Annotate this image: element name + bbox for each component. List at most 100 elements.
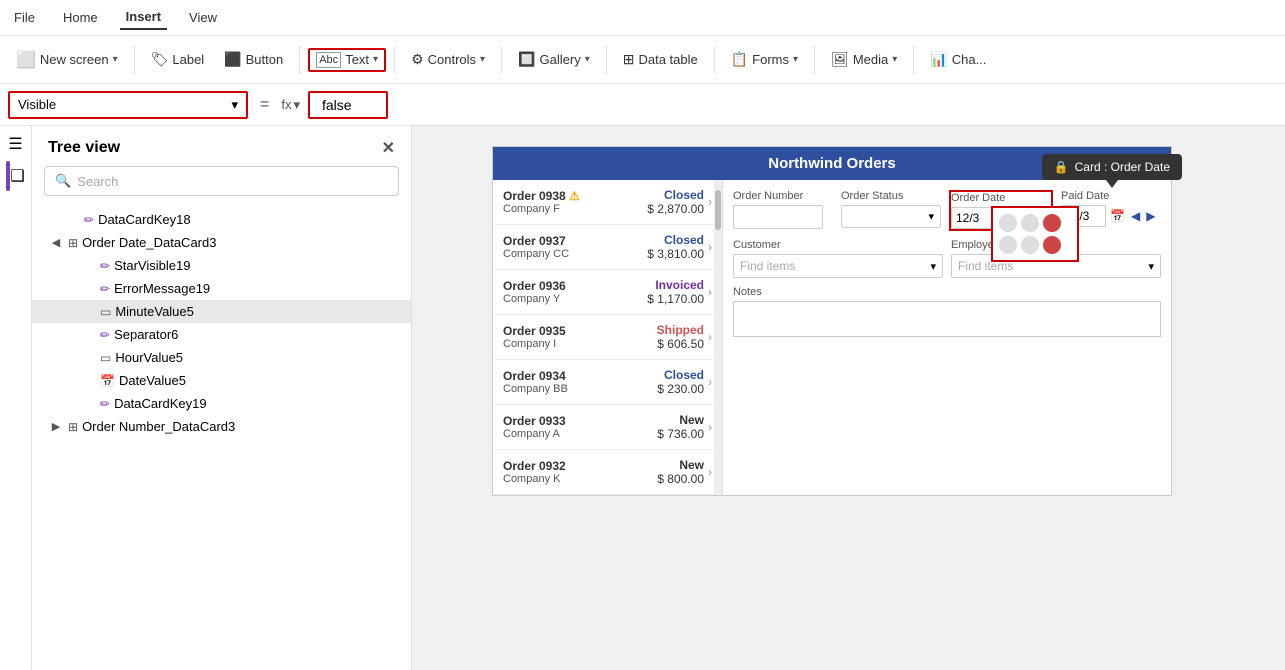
list-item[interactable]: Order 0935 Company I Shipped $ 606.50 › — [493, 315, 722, 360]
controls-button[interactable]: ⚙ Controls ▾ — [403, 47, 493, 72]
sidebar-icon-menu[interactable]: ☰ — [8, 134, 22, 154]
scrollbar[interactable] — [714, 180, 722, 495]
form-group-customer: Customer Find items ▾ — [733, 239, 943, 278]
form-row-1: Order Number Order Status ▾ — [733, 190, 1161, 231]
lock-icon: 🔒 — [1054, 160, 1069, 174]
new-screen-chevron: ▾ — [113, 54, 118, 65]
separator-3 — [394, 46, 395, 74]
chart-button[interactable]: 📊 Cha... — [922, 47, 994, 72]
active-indicator — [6, 161, 10, 191]
customer-label: Customer — [733, 239, 943, 251]
order-status-select[interactable]: ▾ — [841, 205, 941, 228]
expand-icon-3: ▶ — [48, 420, 64, 433]
orders-list: Order 0938 ⚠ Company F Closed $ 2,870.00… — [493, 180, 723, 495]
list-item[interactable]: Order 0934 Company BB Closed $ 230.00 › — [493, 360, 722, 405]
media-icon: 🖼 — [831, 51, 849, 68]
datepicker-popup[interactable] — [991, 206, 1079, 262]
dp-circle-red — [1043, 236, 1061, 254]
northwind-body: Order 0938 ⚠ Company F Closed $ 2,870.00… — [493, 180, 1171, 495]
separator-5 — [606, 46, 607, 74]
media-button[interactable]: 🖼 Media ▾ — [823, 47, 905, 72]
date-input-row: 📅 — [951, 207, 1051, 229]
arrow-icon-0935: › — [708, 330, 712, 344]
paid-date-nav-left[interactable]: ◀ — [1129, 207, 1142, 225]
dp-circle — [999, 214, 1017, 232]
main-area: ☰ ❑ Tree view ✕ 🔍 Search ✏ DataCardKey18… — [0, 126, 1285, 670]
tree-item-orderdate-datacard3[interactable]: ◀ ⊞ Order Date_DataCard3 — [32, 231, 411, 254]
tree-search-box[interactable]: 🔍 Search — [44, 166, 399, 196]
order-number-label: Order Number — [733, 190, 833, 202]
customer-select-chevron: ▾ — [930, 260, 936, 273]
table-icon-2: ⊞ — [68, 420, 78, 434]
expand-icon-2: ◀ — [48, 236, 64, 249]
menu-insert[interactable]: Insert — [120, 5, 167, 30]
tree-item-datacardkey19[interactable]: ✏ DataCardKey19 — [32, 392, 411, 415]
canvas-area: 🔒 Card : Order Date Northwind Orders Ord… — [412, 126, 1285, 670]
tree-item-separator6[interactable]: ✏ Separator6 — [32, 323, 411, 346]
menu-file[interactable]: File — [8, 6, 41, 29]
customer-select[interactable]: Find items ▾ — [733, 254, 943, 278]
notes-textarea[interactable] — [733, 301, 1161, 337]
equals-sign: = — [256, 96, 273, 114]
new-screen-button[interactable]: ⬜ New screen ▾ — [8, 46, 126, 74]
new-screen-icon: ⬜ — [16, 50, 36, 70]
button-button[interactable]: ⬛ Button — [216, 47, 291, 72]
form-group-order-date: Order Date 📅 — [949, 190, 1053, 231]
arrow-icon-0934: › — [708, 375, 712, 389]
warn-icon: ⚠ — [569, 189, 580, 203]
formula-value-input[interactable]: false — [308, 91, 388, 119]
menu-view[interactable]: View — [183, 6, 223, 29]
toolbar: ⬜ New screen ▾ 🏷 Label ⬛ Button Abc Text… — [0, 36, 1285, 84]
dp-circle — [999, 236, 1017, 254]
arrow-icon-0938: › — [708, 195, 712, 209]
label-button[interactable]: 🏷 Label — [143, 47, 213, 72]
form-group-order-status: Order Status ▾ — [841, 190, 941, 231]
property-selector[interactable]: Visible ▾ — [8, 91, 248, 119]
fx-chevron: ▾ — [293, 97, 300, 113]
paid-date-nav-right[interactable]: ▶ — [1144, 207, 1157, 225]
gallery-button[interactable]: 🔲 Gallery ▾ — [510, 47, 598, 72]
tree-item-ordernumber-datacard3[interactable]: ▶ ⊞ Order Number_DataCard3 — [32, 415, 411, 438]
arrow-icon-0937: › — [708, 240, 712, 254]
list-item[interactable]: Order 0938 ⚠ Company F Closed $ 2,870.00… — [493, 180, 722, 225]
data-table-icon: ⊞ — [623, 51, 635, 68]
gallery-icon: 🔲 — [518, 51, 535, 68]
menu-home[interactable]: Home — [57, 6, 104, 29]
list-item[interactable]: Order 0936 Company Y Invoiced $ 1,170.00… — [493, 270, 722, 315]
search-placeholder: Search — [77, 174, 118, 189]
tree-item-hourvalue5[interactable]: ▭ HourValue5 — [32, 346, 411, 369]
data-table-button[interactable]: ⊞ Data table — [615, 47, 706, 72]
order-number-input[interactable] — [733, 205, 823, 229]
paid-date-label: Paid Date — [1061, 190, 1161, 202]
list-item[interactable]: Order 0937 Company CC Closed $ 3,810.00 … — [493, 225, 722, 270]
paid-date-cal-icon[interactable]: 📅 — [1108, 207, 1127, 225]
tree-item-starvisible19[interactable]: ✏ StarVisible19 — [32, 254, 411, 277]
menu-bar: File Home Insert View — [0, 0, 1285, 36]
northwind-container: Northwind Orders Order 0938 ⚠ Company F … — [492, 146, 1172, 496]
layers-icon: ❑ — [10, 166, 24, 186]
forms-button[interactable]: 📋 Forms ▾ — [723, 47, 806, 72]
tree-close-button[interactable]: ✕ — [382, 138, 395, 158]
employee-select-chevron: ▾ — [1148, 260, 1154, 273]
tree-item-minutevalue5[interactable]: ▭ MinuteValue5 — [32, 300, 411, 323]
sidebar-icon-layers[interactable]: ❑ — [6, 166, 24, 186]
tree-item-errormessage19[interactable]: ✏ ErrorMessage19 — [32, 277, 411, 300]
list-item[interactable]: Order 0932 Company K New $ 800.00 › — [493, 450, 722, 495]
tree-item-datevalue5[interactable]: 📅 DateValue5 — [32, 369, 411, 392]
tree-content: ✏ DataCardKey18 ◀ ⊞ Order Date_DataCard3… — [32, 204, 411, 670]
gallery-chevron: ▾ — [585, 54, 590, 65]
order-date-input[interactable] — [951, 207, 996, 229]
arrow-icon-0936: › — [708, 285, 712, 299]
separator-1 — [134, 46, 135, 74]
fx-button[interactable]: fx ▾ — [281, 97, 300, 113]
search-icon: 🔍 — [55, 173, 71, 189]
media-chevron: ▾ — [892, 54, 897, 65]
tree-item-datacardkey18[interactable]: ✏ DataCardKey18 — [32, 208, 411, 231]
fx-label: fx — [281, 97, 291, 112]
notes-label: Notes — [733, 286, 1161, 298]
edit-icon-2: ✏ — [100, 259, 110, 273]
formula-bar: Visible ▾ = fx ▾ false — [0, 84, 1285, 126]
button-icon: ⬛ — [224, 51, 241, 68]
text-button[interactable]: Abc Text ▾ — [308, 48, 386, 72]
list-item[interactable]: Order 0933 Company A New $ 736.00 › — [493, 405, 722, 450]
